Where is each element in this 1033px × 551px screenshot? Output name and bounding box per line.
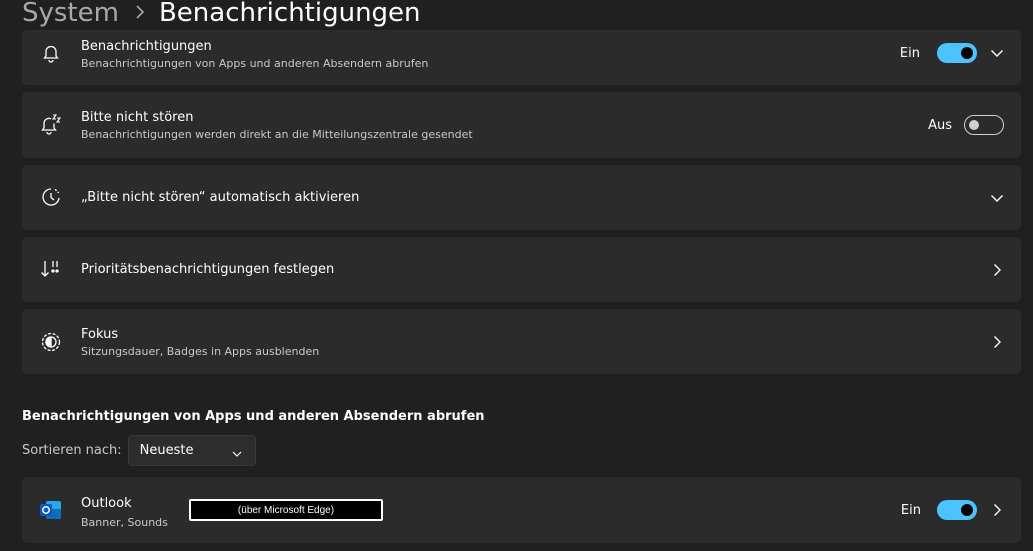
- apps-section-title: Benachrichtigungen von Apps und anderen …: [22, 409, 485, 424]
- toggle-knob: [961, 504, 973, 516]
- setting-subtitle: Sitzungsdauer, Badges in Apps ausblenden: [81, 345, 320, 358]
- setting-focus[interactable]: Fokus Sitzungsdauer, Badges in Apps ausb…: [22, 309, 1021, 374]
- sort-row: Sortieren nach: Neueste: [22, 434, 256, 466]
- notifications-toggle[interactable]: [937, 43, 977, 63]
- priority-icon: [40, 258, 62, 280]
- outlook-toggle[interactable]: [937, 500, 977, 520]
- breadcrumb-separator-icon: [135, 4, 145, 23]
- setting-subtitle: Benachrichtigungen von Apps und anderen …: [81, 57, 429, 70]
- toggle-knob: [961, 47, 973, 59]
- setting-do-not-disturb[interactable]: Bitte nicht stören Benachrichtigungen we…: [22, 92, 1021, 158]
- setting-notifications[interactable]: Benachrichtigungen Benachrichtigungen vo…: [22, 30, 1021, 85]
- breadcrumb-system[interactable]: System: [22, 0, 119, 28]
- chevron-right-icon[interactable]: [989, 262, 1005, 278]
- source-tag-label: (über Microsoft Edge): [237, 504, 335, 516]
- source-tag: (über Microsoft Edge): [189, 499, 383, 521]
- chevron-down-icon[interactable]: [989, 45, 1005, 61]
- setting-title: „Bitte nicht stören“ automatisch aktivie…: [81, 190, 360, 205]
- toggle-knob: [969, 120, 979, 130]
- setting-title: Bitte nicht stören: [81, 110, 194, 125]
- clock-icon: [40, 186, 62, 208]
- toggle-state-label: Ein: [899, 45, 920, 61]
- chevron-down-icon: [231, 445, 243, 464]
- setting-subtitle: Benachrichtigungen werden direkt an die …: [81, 128, 473, 141]
- chevron-right-icon[interactable]: [989, 334, 1005, 350]
- app-row-outlook[interactable]: Outlook Banner, Sounds Ein: [22, 477, 1021, 543]
- sort-value: Neueste: [139, 442, 194, 458]
- snooze-bell-icon: [40, 113, 62, 135]
- outlook-icon: [39, 498, 63, 522]
- setting-title: Prioritätsbenachrichtigungen festlegen: [81, 262, 335, 277]
- setting-title: Benachrichtigungen: [81, 39, 212, 54]
- app-subtitle: Banner, Sounds: [81, 516, 168, 529]
- setting-priority-notifications[interactable]: Prioritätsbenachrichtigungen festlegen: [22, 237, 1021, 302]
- chevron-down-icon[interactable]: [989, 190, 1005, 206]
- setting-title: Fokus: [81, 327, 119, 342]
- sort-label: Sortieren nach:: [22, 442, 122, 458]
- toggle-state-label: Aus: [928, 117, 952, 133]
- page-title: Benachrichtigungen: [158, 0, 421, 28]
- breadcrumb: System Benachrichtigungen: [22, 0, 421, 34]
- bell-icon: [40, 42, 62, 64]
- focus-icon: [40, 331, 62, 353]
- sort-dropdown[interactable]: Neueste: [127, 434, 256, 466]
- do-not-disturb-toggle[interactable]: [964, 115, 1004, 135]
- app-name: Outlook: [81, 496, 132, 511]
- settings-page: System Benachrichtigungen Benachrichtigu…: [0, 0, 1033, 551]
- setting-auto-dnd[interactable]: „Bitte nicht stören“ automatisch aktivie…: [22, 165, 1021, 230]
- chevron-right-icon[interactable]: [989, 502, 1005, 518]
- toggle-state-label: Ein: [900, 502, 921, 518]
